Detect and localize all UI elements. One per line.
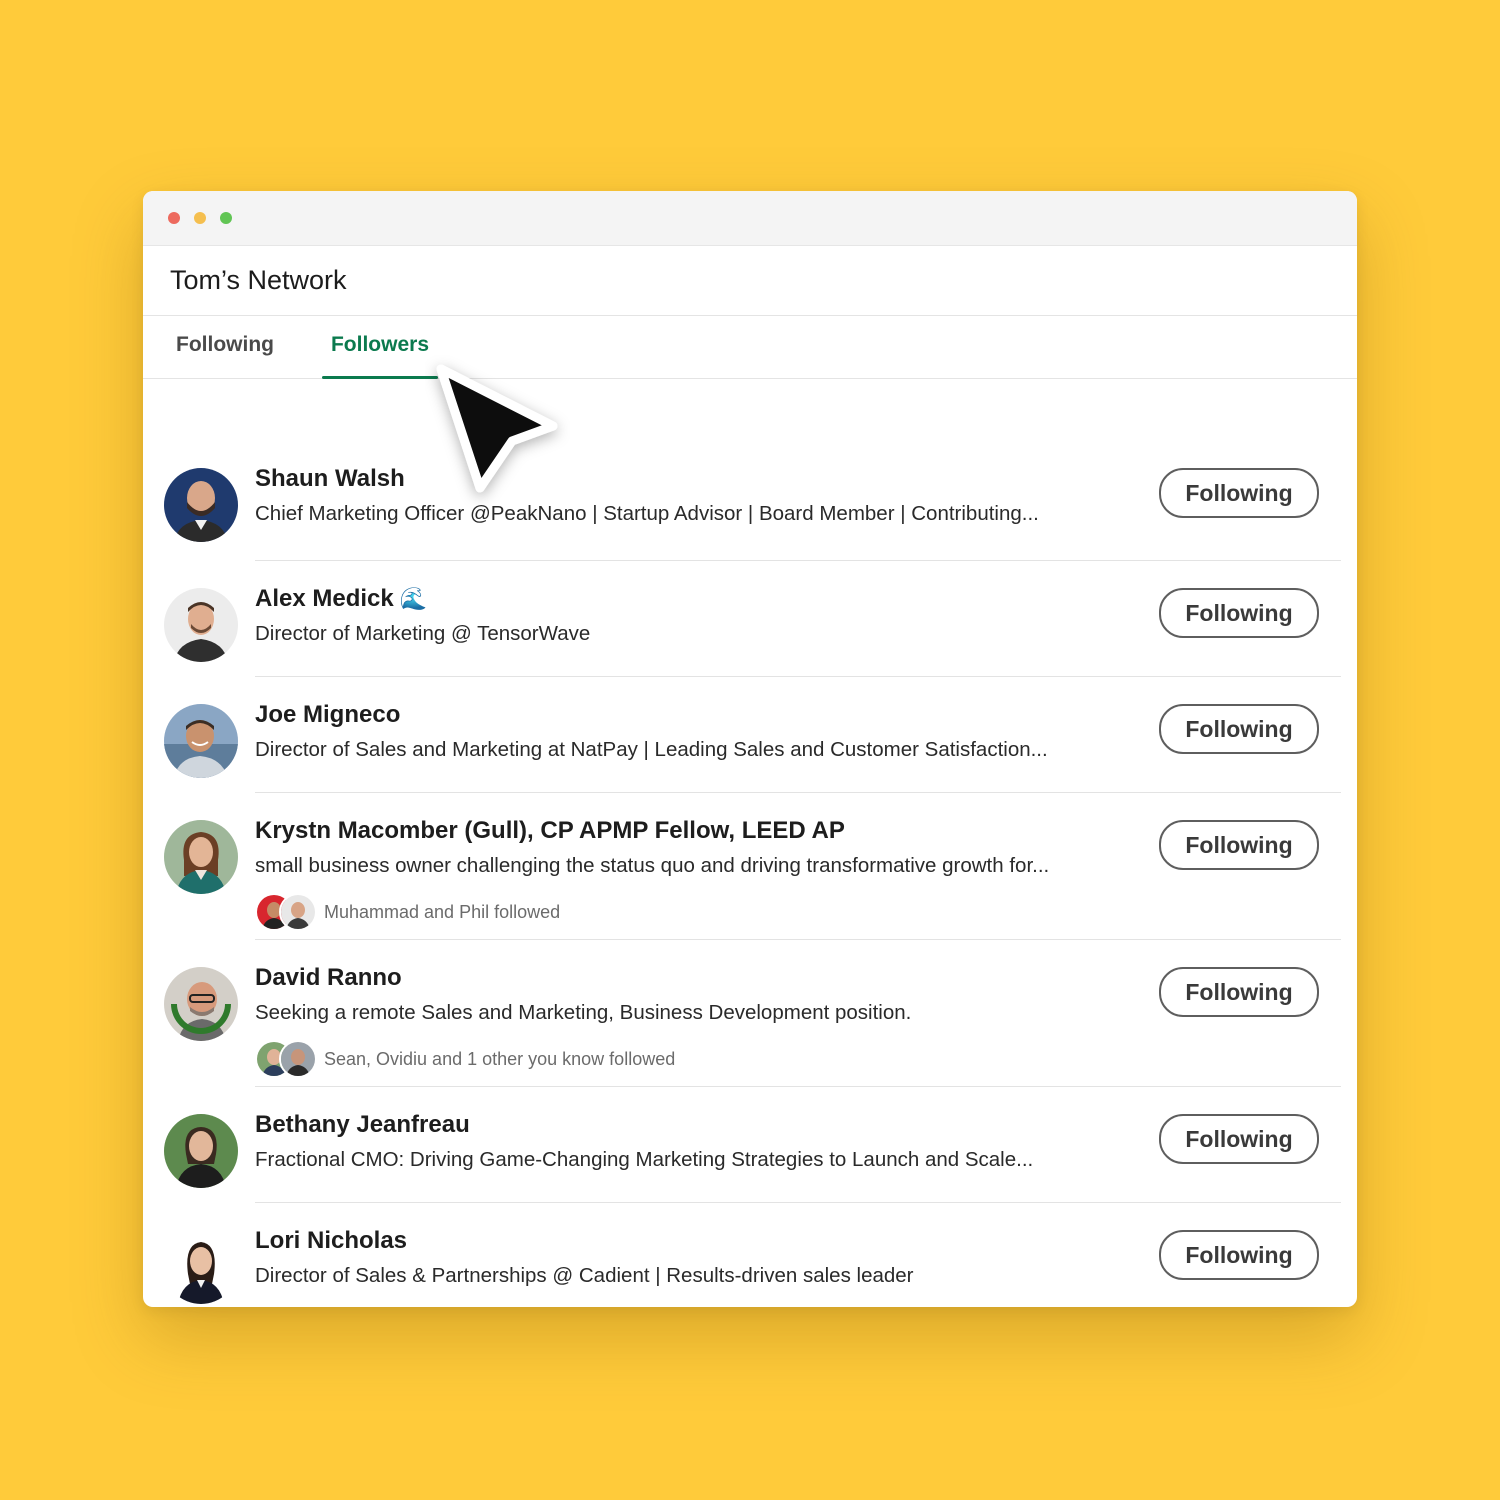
follower-name-text: Alex Medick xyxy=(255,585,394,612)
profile-photo-icon xyxy=(164,588,238,662)
tab-bar: Following Followers xyxy=(143,316,1357,379)
page-header: Tom’s Network xyxy=(143,246,1357,316)
profile-photo-icon xyxy=(281,895,315,929)
list-item: Joe Migneco Director of Sales and Market… xyxy=(143,677,1357,793)
follower-headline: Director of Sales & Partnerships @ Cadie… xyxy=(255,1264,914,1287)
mutual-connections[interactable]: Sean, Ovidiu and 1 other you know follow… xyxy=(255,1040,676,1078)
follower-name[interactable]: Alex Medick 🌊 xyxy=(255,585,427,613)
follower-name[interactable]: Lori Nicholas xyxy=(255,1227,407,1255)
following-button[interactable]: Following xyxy=(1159,1230,1319,1280)
profile-photo-icon xyxy=(281,1042,315,1076)
mutual-text: Sean, Ovidiu and 1 other you know follow… xyxy=(324,1048,676,1069)
avatar[interactable] xyxy=(164,468,238,542)
followers-list: Shaun Walsh Chief Marketing Officer @Pea… xyxy=(143,441,1357,1307)
zoom-window-button[interactable] xyxy=(220,212,232,224)
profile-photo-opentowork-icon xyxy=(164,967,238,1041)
avatar[interactable] xyxy=(164,967,238,1041)
avatar[interactable] xyxy=(164,1230,238,1304)
follower-headline: Chief Marketing Officer @PeakNano | Star… xyxy=(255,502,1039,525)
follower-headline: Seeking a remote Sales and Marketing, Bu… xyxy=(255,1001,912,1024)
following-button[interactable]: Following xyxy=(1159,588,1319,638)
list-item: Lori Nicholas Director of Sales & Partne… xyxy=(143,1203,1357,1307)
following-button[interactable]: Following xyxy=(1159,967,1319,1017)
page-title: Tom’s Network xyxy=(170,265,347,295)
follower-name[interactable]: Bethany Jeanfreau xyxy=(255,1111,470,1139)
tab-following[interactable]: Following xyxy=(163,316,287,378)
list-item: David Ranno Seeking a remote Sales and M… xyxy=(143,940,1357,1087)
mutual-avatar xyxy=(279,1040,317,1078)
mutual-text: Muhammad and Phil followed xyxy=(324,901,561,922)
list-item: Krystn Macomber (Gull), CP APMP Fellow, … xyxy=(143,793,1357,940)
following-button[interactable]: Following xyxy=(1159,1114,1319,1164)
profile-photo-icon xyxy=(164,1230,238,1304)
mutual-avatar xyxy=(279,893,317,931)
list-item: Bethany Jeanfreau Fractional CMO: Drivin… xyxy=(143,1087,1357,1203)
profile-photo-icon xyxy=(164,820,238,894)
follower-name[interactable]: Shaun Walsh xyxy=(255,465,405,493)
minimize-window-button[interactable] xyxy=(194,212,206,224)
follower-headline: small business owner challenging the sta… xyxy=(255,854,1050,877)
follower-headline: Fractional CMO: Driving Game-Changing Ma… xyxy=(255,1148,1034,1171)
avatar[interactable] xyxy=(164,588,238,662)
following-button[interactable]: Following xyxy=(1159,468,1319,518)
app-window: Tom’s Network Following Followers Shaun … xyxy=(143,191,1357,1307)
follower-name[interactable]: David Ranno xyxy=(255,964,402,992)
profile-photo-icon xyxy=(164,704,238,778)
follower-headline: Director of Sales and Marketing at NatPa… xyxy=(255,738,1048,761)
mouse-pointer-icon xyxy=(436,364,558,493)
title-bar xyxy=(143,191,1357,246)
list-item: Alex Medick 🌊 Director of Marketing @ Ten… xyxy=(143,561,1357,677)
profile-photo-icon xyxy=(164,468,238,542)
following-button[interactable]: Following xyxy=(1159,704,1319,754)
avatar[interactable] xyxy=(164,820,238,894)
list-item: Shaun Walsh Chief Marketing Officer @Pea… xyxy=(143,441,1357,561)
following-button[interactable]: Following xyxy=(1159,820,1319,870)
avatar[interactable] xyxy=(164,1114,238,1188)
mutual-connections[interactable]: Muhammad and Phil followed xyxy=(255,893,561,931)
tab-followers[interactable]: Followers xyxy=(322,316,438,379)
follower-name[interactable]: Krystn Macomber (Gull), CP APMP Fellow, … xyxy=(255,817,845,845)
follower-name[interactable]: Joe Migneco xyxy=(255,701,400,729)
wave-emoji-icon: 🌊 xyxy=(399,586,428,611)
close-window-button[interactable] xyxy=(168,212,180,224)
follower-headline: Director of Marketing @ TensorWave xyxy=(255,622,591,645)
avatar[interactable] xyxy=(164,704,238,778)
profile-photo-icon xyxy=(164,1114,238,1188)
